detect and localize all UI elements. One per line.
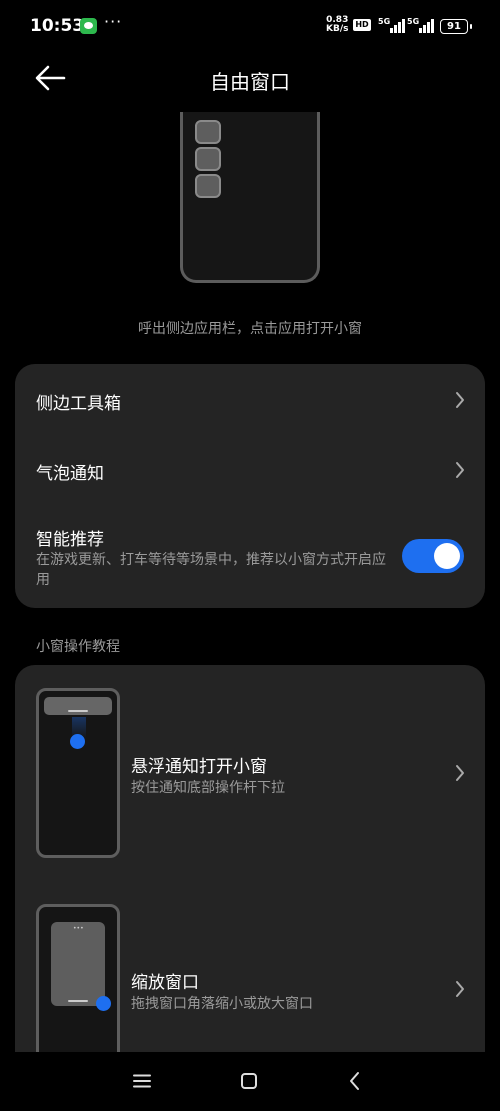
app-square (195, 147, 221, 171)
network-speed: 0.83 KB/s (326, 16, 348, 34)
tutorial-illustration (36, 688, 120, 858)
hero-caption: 呼出侧边应用栏，点击应用打开小窗 (138, 321, 362, 337)
back-icon[interactable] (348, 1071, 362, 1091)
page-title: 自由窗口 (210, 70, 290, 94)
phone-illustration (180, 112, 320, 283)
menu-icon[interactable] (133, 1074, 151, 1088)
section-label: 小窗操作教程 (36, 639, 120, 655)
settings-card: 侧边工具箱 气泡通知 智能推荐 在游戏更新、打车等待等场景中，推荐以小窗方式开启… (15, 364, 485, 608)
setting-description: 在游戏更新、打车等待等场景中，推荐以小窗方式开启应用 (36, 552, 386, 588)
notification-banner (44, 697, 112, 715)
smart-recommendation-toggle[interactable] (402, 539, 464, 573)
setting-label: 气泡通知 (36, 464, 104, 484)
header: 自由窗口 (0, 52, 500, 106)
battery-icon: 91 (440, 19, 472, 34)
setting-label: 侧边工具箱 (36, 394, 121, 414)
app-square (195, 120, 221, 144)
status-bar: 10:53 ··· 0.83 KB/s HD 5G 5G 91 (0, 0, 500, 52)
chevron-right-icon (456, 392, 464, 408)
signal-icon: 5G (378, 17, 406, 33)
tutorial-description: 按住通知底部操作杆下拉 (131, 780, 285, 796)
status-time: 10:53 (30, 16, 85, 36)
small-window: ••• (51, 922, 105, 1006)
toggle-knob (434, 543, 460, 569)
hd-icon: HD (353, 19, 371, 31)
touch-point (96, 996, 111, 1011)
tutorial-card: 悬浮通知打开小窗 按住通知底部操作杆下拉 ••• 缩放窗口 拖拽窗口角落缩小或放… (15, 665, 485, 1085)
app-square (195, 174, 221, 198)
navigation-bar (0, 1052, 500, 1111)
setting-label: 智能推荐 (36, 530, 104, 550)
signal-label: 5G (407, 17, 420, 26)
tutorial-description: 拖拽窗口角落缩小或放大窗口 (131, 996, 313, 1012)
home-icon[interactable] (241, 1073, 257, 1089)
tutorial-title: 悬浮通知打开小窗 (131, 757, 267, 777)
wechat-icon (80, 18, 97, 34)
signal-label: 5G (378, 17, 391, 26)
chevron-right-icon (456, 765, 464, 781)
chevron-right-icon (456, 462, 464, 478)
touch-point (70, 734, 85, 749)
network-speed-unit: KB/s (326, 24, 349, 34)
tutorial-title: 缩放窗口 (131, 973, 199, 993)
more-icon: ··· (104, 12, 123, 31)
chevron-right-icon (456, 981, 464, 997)
signal-icon: 5G (407, 17, 435, 33)
